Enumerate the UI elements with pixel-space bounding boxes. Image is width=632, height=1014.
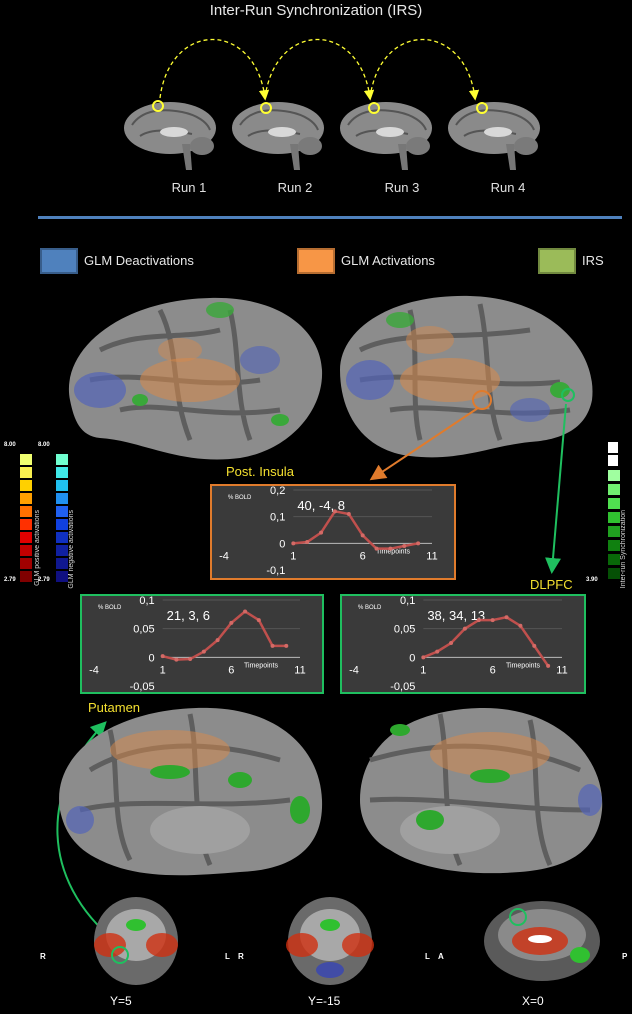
insula-ytick: 0,2 xyxy=(270,485,285,497)
dlpfc-data-point xyxy=(504,615,509,620)
dlpfc-data-point xyxy=(462,626,467,631)
dlpfc-ytick: 0,05 xyxy=(394,624,415,636)
insula-data-point xyxy=(402,544,407,548)
slice-coronal-1 xyxy=(94,897,178,985)
putamen-xtick: 1 xyxy=(160,664,166,676)
insula-data-point xyxy=(332,509,337,514)
dlpfc-data-point xyxy=(490,618,495,623)
putamen-ytick: 0,05 xyxy=(133,624,154,636)
insula-data-point xyxy=(416,541,421,546)
slice3-right-orient: P xyxy=(622,952,628,961)
insula-data-point xyxy=(360,533,365,538)
insula-data-point xyxy=(319,530,324,535)
insula-ytick: 0 xyxy=(279,538,285,550)
medial-surfaces xyxy=(59,707,603,876)
putamen-data-point xyxy=(188,657,193,662)
putamen-data-point xyxy=(201,649,206,654)
putamen-coordinates: 21, 3, 6 xyxy=(167,608,210,623)
dlpfc-data-point xyxy=(532,643,537,648)
putamen-xlabel: Timepoints xyxy=(244,662,278,669)
dlpfc-xtick: 11 xyxy=(556,664,567,676)
putamen-data-point xyxy=(256,618,261,623)
insula-data-point xyxy=(388,546,393,551)
dlpfc-ylabel: % BOLD xyxy=(358,605,382,611)
dlpfc-xlabel: Timepoints xyxy=(506,662,540,669)
insula-xtick: 1 xyxy=(290,550,296,562)
putamen-ytick: 0 xyxy=(149,652,155,664)
slice1-right-orient: L xyxy=(225,952,230,961)
putamen-data-point xyxy=(174,657,179,662)
insula-data-point xyxy=(374,546,379,551)
putamen-ylabel: % BOLD xyxy=(98,605,122,611)
slice2-right-orient: L xyxy=(425,952,430,961)
putamen-ytick: 0,1 xyxy=(139,595,154,607)
insula-data-point xyxy=(346,512,351,516)
dlpfc-series-line xyxy=(422,615,550,667)
dlpfc-ytick: 0 xyxy=(409,652,415,664)
dlpfc-xtick: 6 xyxy=(490,664,496,676)
insula-data-point xyxy=(291,541,296,546)
slice3-left-orient: A xyxy=(438,952,444,961)
putamen-data-point xyxy=(160,654,165,659)
insula-xtick: 6 xyxy=(360,550,366,562)
putamen-data-point xyxy=(284,643,289,648)
right-medial-brain xyxy=(360,707,603,874)
left-medial-brain xyxy=(59,707,323,876)
slice-coronal-2 xyxy=(286,897,374,985)
putamen-data-point xyxy=(243,609,248,614)
slice3-label: X=0 xyxy=(522,994,544,1008)
putamen-xtick: -4 xyxy=(89,664,99,676)
slice2-left-orient: R xyxy=(238,952,244,961)
dlpfc-ytick: -0,05 xyxy=(390,681,415,693)
putamen-data-point xyxy=(270,643,275,648)
dlpfc-xtick: 1 xyxy=(420,664,426,676)
dlpfc-data-point xyxy=(435,649,440,654)
insula-data-point xyxy=(305,540,310,544)
putamen-data-point xyxy=(215,638,220,643)
slice1-label: Y=5 xyxy=(110,994,132,1008)
insula-ytick: 0,1 xyxy=(270,512,285,524)
insula-xtick: 11 xyxy=(426,550,437,562)
slice1-left-orient: R xyxy=(40,952,46,961)
putamen-ytick: -0,05 xyxy=(130,681,155,693)
slice-sagittal xyxy=(484,901,600,981)
brain-slices xyxy=(94,897,600,985)
insula-xtick: -4 xyxy=(219,550,229,562)
putamen-data-point xyxy=(229,620,234,625)
dlpfc-data-point xyxy=(518,623,523,628)
dlpfc-xtick: -4 xyxy=(349,664,359,676)
dlpfc-ytick: 0,1 xyxy=(400,595,415,607)
putamen-xtick: 11 xyxy=(294,664,305,676)
dlpfc-data-point xyxy=(449,641,454,645)
dlpfc-data-point xyxy=(476,618,481,623)
insula-ytick: -0,1 xyxy=(266,565,285,577)
dlpfc-data-point xyxy=(421,655,426,660)
dlpfc-data-point xyxy=(546,663,551,668)
slice2-label: Y=-15 xyxy=(308,994,341,1008)
putamen-xtick: 6 xyxy=(228,664,234,676)
insula-ylabel: % BOLD xyxy=(228,495,252,501)
